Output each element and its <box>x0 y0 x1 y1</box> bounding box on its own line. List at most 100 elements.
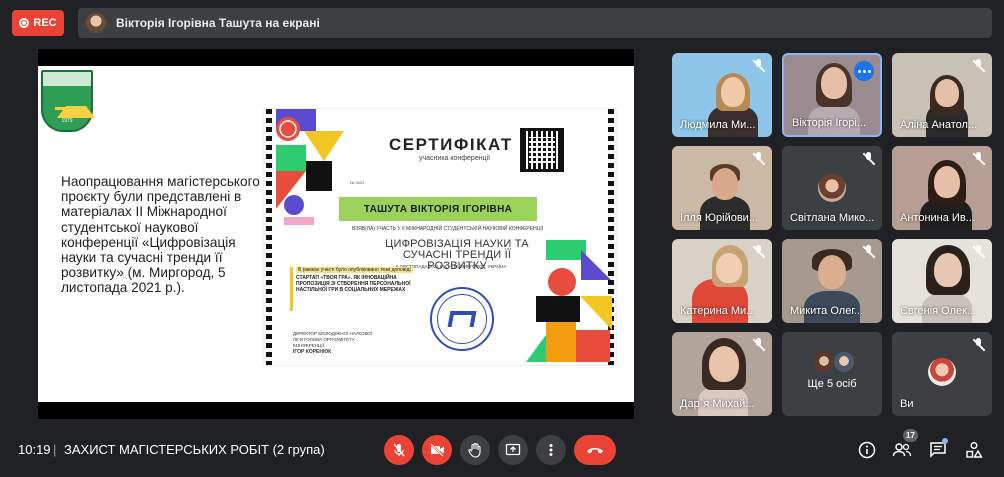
participant-tile[interactable]: Антонина Ив... <box>892 146 992 230</box>
certificate-stamp-icon <box>430 287 494 351</box>
participant-face <box>712 168 738 200</box>
shared-screen[interactable]: 1979 Наопрацювання магістерського проєкт… <box>38 49 634 419</box>
participant-name: Ілля Юрійови... <box>680 212 758 224</box>
book-icon <box>55 96 95 118</box>
raise-hand-button[interactable] <box>460 435 490 465</box>
meeting-details-button[interactable] <box>855 438 879 462</box>
self-tile[interactable]: Ви <box>892 332 992 416</box>
meeting-clock: 10:19 <box>18 442 51 457</box>
participant-avatar <box>818 174 846 202</box>
meeting-title: ЗАХИСТ МАГІСТЕРСЬКИХ РОБІТ (2 група) <box>64 442 325 457</box>
participant-face <box>716 253 742 283</box>
certificate-number: № 3003 <box>350 180 365 185</box>
qr-code-icon <box>518 126 566 174</box>
activities-button[interactable] <box>962 438 986 462</box>
presenting-text: Вікторія Ігорівна Ташута на екрані <box>116 16 320 30</box>
participant-avatar <box>834 352 854 372</box>
participant-tile[interactable]: Микита Олег... <box>782 239 882 323</box>
mic-off-icon <box>972 152 986 166</box>
participant-tile[interactable]: Людмила Ми... <box>672 53 772 137</box>
more-participants-label: Ще 5 осіб <box>807 378 857 390</box>
film-strip-left <box>266 109 272 365</box>
participant-name: Антонина Ив... <box>900 212 975 224</box>
more-vert-icon <box>549 444 553 456</box>
certificate-director: ДИРЕКТОР МОЛОДІЖНОЇ НАУКОВОЇ ЛІГИ ГОЛОВА… <box>293 331 383 355</box>
mic-off-icon <box>972 245 986 259</box>
crest-header <box>43 72 91 86</box>
mic-off-icon <box>752 152 766 166</box>
info-icon <box>858 441 876 459</box>
more-options-button[interactable] <box>536 435 566 465</box>
participant-tile[interactable]: Аліна Анатол... <box>892 53 992 137</box>
certificate-title: СЕРТИФІКАТ <box>389 135 513 154</box>
participant-name: Вікторія Ігорі... <box>792 117 866 129</box>
rec-label: REC <box>33 17 57 29</box>
stamp-logo-mark <box>447 311 477 327</box>
presenter-avatar <box>86 13 106 33</box>
crest-year: 1979 <box>61 118 73 124</box>
mic-off-icon <box>972 59 986 73</box>
participant-tile[interactable]: Дар`я Михай... <box>672 332 772 416</box>
participant-face <box>709 346 739 382</box>
leave-call-button[interactable] <box>574 435 616 465</box>
participant-face <box>935 79 959 107</box>
mic-off-icon <box>862 152 876 166</box>
mic-off-icon <box>752 59 766 73</box>
participant-tile[interactable]: Євгенія Олек... <box>892 239 992 323</box>
report-title: СТАРТАП «ТВОЯ ГРА». ЯК ІННОВАЦІЙНА ПРОПО… <box>296 275 411 293</box>
participant-tile[interactable]: Катерина Ми... <box>672 239 772 323</box>
present-now-button[interactable] <box>498 435 528 465</box>
people-icon <box>892 443 912 457</box>
certificate-decoration-bottom <box>526 240 612 362</box>
raise-hand-icon <box>468 442 481 458</box>
participant-name: Людмила Ми... <box>680 119 756 131</box>
participant-face <box>818 255 846 289</box>
director-role: ДИРЕКТОР МОЛОДІЖНОЇ НАУКОВОЇ ЛІГИ ГОЛОВА… <box>293 331 373 348</box>
microphone-button[interactable] <box>384 435 414 465</box>
participant-face <box>721 77 745 107</box>
recording-indicator: REC <box>12 10 64 36</box>
certificate-decoration-top <box>276 109 344 225</box>
university-crest-logo: 1979 <box>41 70 95 132</box>
participant-tile[interactable]: Ілля Юрійови... <box>672 146 772 230</box>
certificate-participation: ВЗЯВ(ЛА) УЧАСТЬ У ІІ МІЖНАРОДНІЙ СТУДЕНТ… <box>352 226 544 232</box>
participant-name: Микита Олег... <box>790 305 864 317</box>
presenting-banner: Вікторія Ігорівна Ташута на екрані <box>78 8 992 38</box>
participant-name: Євгенія Олек... <box>900 305 977 317</box>
participant-name: Дар`я Михай... <box>680 398 755 410</box>
record-icon <box>19 18 30 28</box>
camera-button[interactable] <box>422 435 452 465</box>
participant-face <box>934 253 962 287</box>
mic-off-icon <box>393 443 405 457</box>
certificate-image: СЕРТИФІКАТ учасника конференції № 3003 Т… <box>264 109 616 365</box>
report-heading: В рамках участі було опубліковано тези д… <box>296 267 413 273</box>
participant-face <box>821 67 847 99</box>
chat-notification-dot <box>942 438 948 444</box>
participant-tile[interactable]: Вікторія Ігорі... <box>782 53 882 137</box>
participant-tile[interactable]: Світлана Мико... <box>782 146 882 230</box>
meet-window: REC Вікторія Ігорівна Ташута на екрані 1… <box>0 0 1004 477</box>
more-participants-tile[interactable]: Ще 5 осіб <box>782 332 882 416</box>
director-name: ІГОР КОРЕНЮК <box>293 349 332 355</box>
divider: | <box>53 442 57 457</box>
camera-off-icon <box>430 443 444 457</box>
mic-off-icon <box>862 245 876 259</box>
self-name: Ви <box>900 398 914 410</box>
participant-avatar <box>814 352 834 372</box>
more-options-button[interactable] <box>854 61 874 81</box>
certificate-recipient: ТАШУТА ВІКТОРІЯ ІГОРІВНА <box>339 197 537 221</box>
participant-name: Катерина Ми... <box>680 305 756 317</box>
end-call-icon <box>587 448 603 454</box>
participant-face <box>934 166 960 198</box>
self-avatar <box>928 358 956 386</box>
participant-count-badge: 17 <box>903 429 918 442</box>
participant-name: Світлана Мико... <box>790 212 875 224</box>
mic-off-icon <box>752 338 766 352</box>
activities-icon <box>966 442 983 458</box>
presentation-slide: 1979 Наопрацювання магістерського проєкт… <box>38 66 634 402</box>
participant-name: Аліна Анатол... <box>900 119 978 131</box>
mic-off-icon <box>752 245 766 259</box>
slide-body-text: Наопрацювання магістерського проєкту бул… <box>61 174 260 296</box>
certificate-report: В рамках участі було опубліковано тези д… <box>290 267 415 311</box>
certificate-subtitle: учасника конференції <box>419 155 491 162</box>
